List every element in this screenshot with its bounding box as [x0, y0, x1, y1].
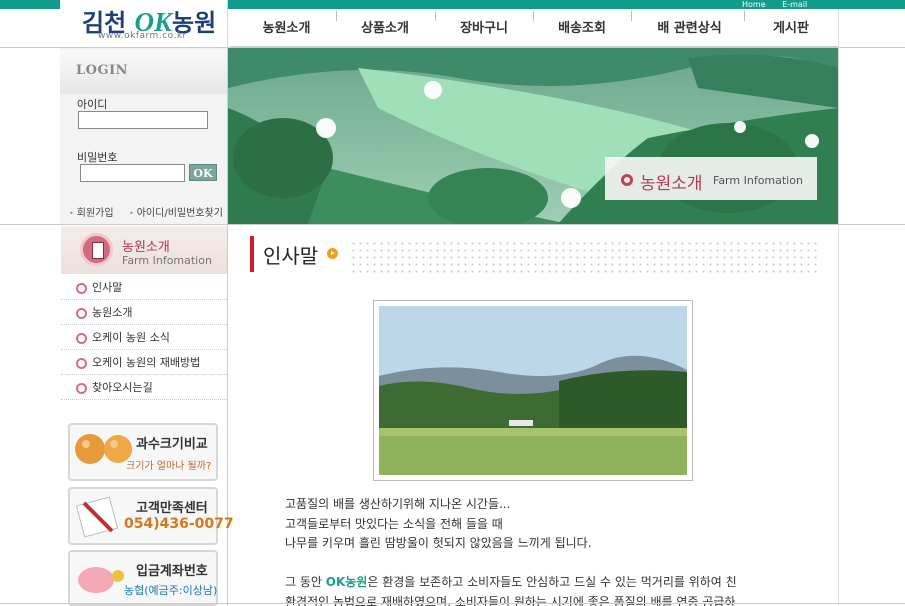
pen-paper-icon: [75, 496, 119, 538]
size-compare-banner[interactable]: 과수크기비교 크기가 얼마나 될까?: [68, 423, 218, 481]
sidebar-item-cultivation[interactable]: 오케이 농원의 재배방법: [61, 350, 227, 375]
hero-title: 농원소개: [640, 174, 703, 194]
banner-title: 고객만족센터: [136, 501, 208, 516]
hero-subtitle: Farm Infomation: [713, 174, 803, 187]
id-input[interactable]: [78, 111, 208, 129]
login-title: LOGIN: [76, 63, 129, 78]
building-icon: [80, 233, 113, 266]
nav-item-delivery[interactable]: 배송조회: [533, 9, 631, 47]
text-post: 은 환경을 보존하고 소비자들도 안심하고 드실 수 있는 먹거리를 위하여 친: [367, 575, 737, 589]
sidebar-subtitle: Farm Infomation: [122, 254, 212, 267]
customer-center-banner[interactable]: 고객만족센터 054)436-0077: [68, 487, 234, 545]
sidebar-title: 농원소개: [122, 240, 170, 255]
login-ok-button[interactable]: OK: [189, 164, 217, 181]
nav-item-farm-intro[interactable]: 농원소개: [230, 9, 343, 47]
text-line: 나무를 키우며 흘린 땀방울이 헛되지 않았음을 느끼게 됩니다.: [285, 536, 592, 550]
sidebar-item-news[interactable]: 오케이 농원 소식: [61, 325, 227, 350]
text-pre: 그 동안: [285, 575, 326, 589]
text-line: 그 동안 OK농원은 환경을 보존하고 소비자들도 안심하고 드실 수 있는 먹…: [285, 573, 795, 593]
customer-phone: 054)436-0077: [124, 516, 234, 532]
nav-item-products[interactable]: 상품소개: [336, 9, 434, 47]
join-link[interactable]: 회원가입: [69, 204, 114, 219]
password-input[interactable]: [80, 164, 185, 182]
nav-item-cart[interactable]: 장바구니: [435, 9, 533, 47]
password-label: 비밀번호: [77, 151, 118, 164]
nav-item-pear-info[interactable]: 배 관련상식: [631, 9, 748, 47]
text-line: 고객들로부터 맛있다는 소식을 전해 들을 때: [285, 516, 503, 531]
farm-photo-frame: [373, 300, 693, 481]
main-nav: 농원소개 상품소개 장바구니 배송조회 배 관련상식 게시판: [230, 9, 838, 47]
nav-item-board[interactable]: 게시판: [744, 9, 838, 47]
home-link[interactable]: Home: [742, 0, 766, 9]
banner-title: 입금계좌번호: [136, 564, 208, 579]
utility-links: Home E-mail: [742, 0, 821, 9]
circle-bullet-icon: [621, 174, 633, 186]
page-title: 인사말: [263, 244, 319, 268]
account-banner[interactable]: 입금계좌번호 농협(예금주:이상남): [68, 550, 218, 606]
dotted-pattern: [350, 240, 818, 274]
brand-name: OK농원: [325, 575, 368, 589]
title-accent-bar: [250, 236, 254, 272]
banner-subtitle: 크기가 얼마나 될까?: [126, 461, 212, 472]
sidebar-item-farm-intro[interactable]: 농원소개: [61, 300, 227, 325]
farm-field-photo: [379, 306, 687, 475]
greeting-text: 고품질의 배를 생산하기위해 지나온 시간들... 고객들로부터 맛있다는 소식…: [285, 495, 795, 606]
sidebar-item-greeting[interactable]: 인사말: [61, 275, 227, 300]
sidebar-item-directions[interactable]: 찾아오시는길: [61, 375, 227, 400]
id-label: 아이디: [77, 98, 108, 111]
banner-title: 과수크기비교: [136, 437, 208, 452]
right-border: [838, 9, 839, 606]
arrow-circle-icon: [327, 248, 338, 259]
logo-url: www.okfarm.co.kr: [98, 31, 187, 41]
piggy-bank-icon: [78, 567, 124, 593]
email-link[interactable]: E-mail: [782, 0, 807, 9]
text-line: 고품질의 배를 생산하기위해 지나온 시간들...: [285, 497, 511, 511]
find-account-link[interactable]: 아이디/비밀번호찾기: [129, 204, 223, 219]
bottom-border: [0, 603, 905, 604]
account-info: 농협(예금주:이상남): [124, 584, 218, 597]
